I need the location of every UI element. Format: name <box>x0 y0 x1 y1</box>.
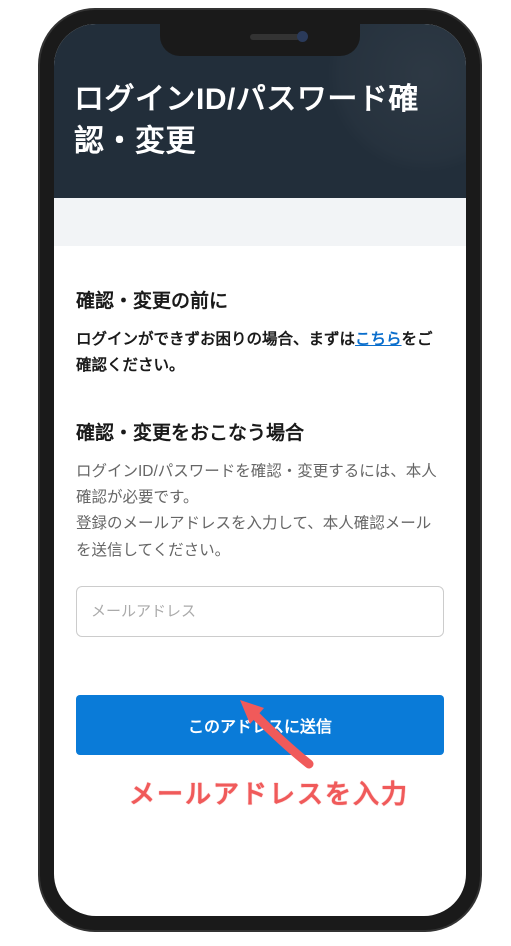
phone-screen: ログインID/パスワード確認・変更 確認・変更の前に ログインができずお困りの場… <box>54 24 466 916</box>
section1-text: ログインができずお困りの場合、まずはこちらをご確認ください。 <box>76 327 444 380</box>
email-input[interactable] <box>76 586 444 637</box>
phone-frame: ログインID/パスワード確認・変更 確認・変更の前に ログインができずお困りの場… <box>40 10 480 930</box>
section2-desc1: ログインID/パスワードを確認・変更するには、本人確認が必要です。 <box>76 459 444 512</box>
page-title: ログインID/パスワード確認・変更 <box>74 79 446 163</box>
main-content: 確認・変更の前に ログインができずお困りの場合、まずはこちらをご確認ください。 … <box>54 246 466 775</box>
header-divider <box>54 198 466 246</box>
section-before-change: 確認・変更の前に ログインができずお困りの場合、まずはこちらをご確認ください。 <box>76 286 444 380</box>
section2-title: 確認・変更をおこなう場合 <box>76 418 444 445</box>
section1-title: 確認・変更の前に <box>76 286 444 313</box>
section1-text-before: ログインができずお困りの場合、まずは <box>76 331 355 348</box>
annotation-label: メールアドレスを入力 <box>129 774 409 811</box>
section2-desc2: 登録のメールアドレスを入力して、本人確認メールを送信してください。 <box>76 511 444 564</box>
submit-button[interactable]: このアドレスに送信 <box>76 695 444 755</box>
phone-notch <box>160 24 360 56</box>
section-do-change: 確認・変更をおこなう場合 ログインID/パスワードを確認・変更するには、本人確認… <box>76 418 444 755</box>
help-link[interactable]: こちら <box>355 331 402 348</box>
